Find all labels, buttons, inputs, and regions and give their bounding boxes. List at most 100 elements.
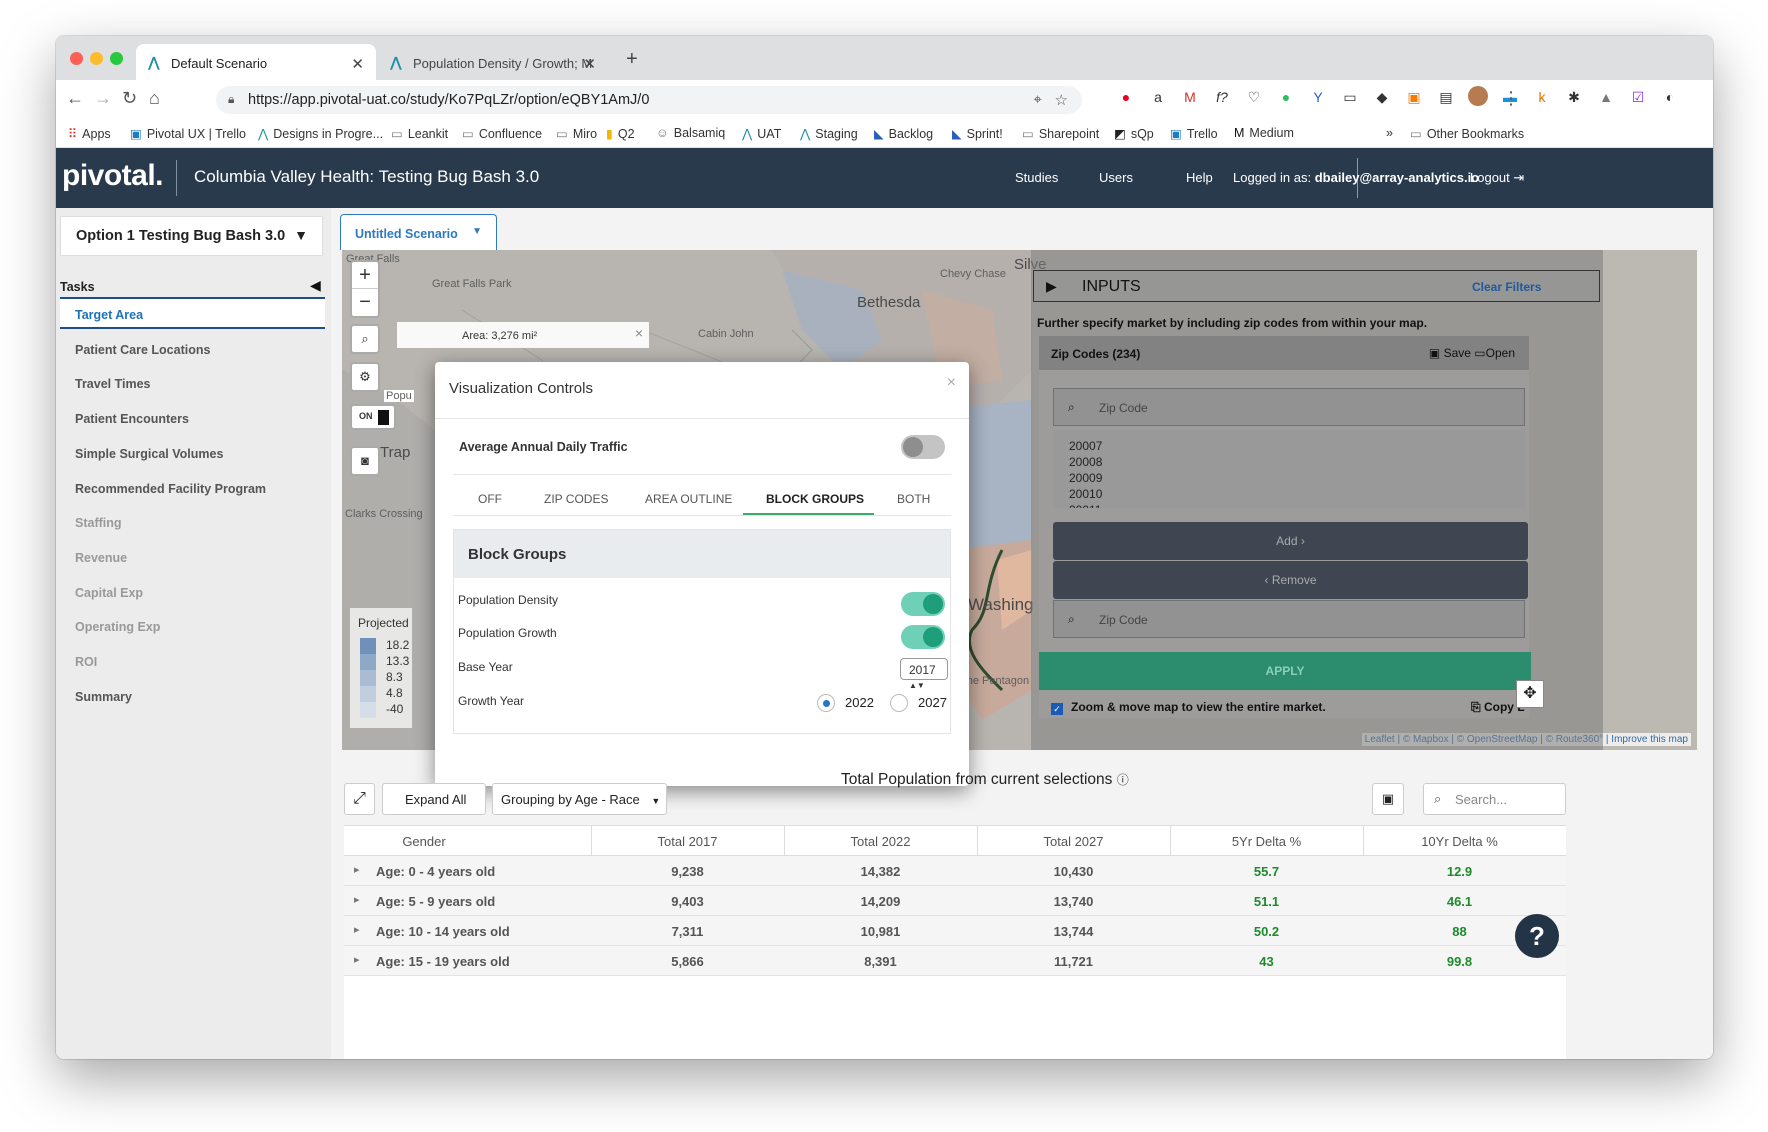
pocket-icon[interactable]: ♡ [1244,89,1264,106]
fullscreen-button[interactable]: ⤢ [344,783,375,815]
expand-all-button[interactable]: Expand All [382,783,486,815]
bookmark-uat[interactable]: ⋀ UAT [742,126,781,141]
clear-filters-link[interactable]: Clear Filters [1472,280,1541,294]
export-excel-button[interactable]: ▣ [1372,783,1404,815]
tab-off[interactable]: OFF [478,492,502,506]
extension-v-icon[interactable]: Y [1308,89,1328,106]
map-settings-button[interactable]: ⚙ [350,362,380,392]
zip-item[interactable]: 20008 [1069,454,1525,470]
grouping-select[interactable]: Grouping by Age - Race ▼ [492,783,667,815]
remove-button[interactable]: ‹ Remove [1053,561,1528,599]
aadt-toggle[interactable] [901,435,945,459]
table-row[interactable]: ▸ Age: 0 - 4 years old 9,238 14,382 10,430 55… [344,856,1566,886]
expand-triangle-icon[interactable]: ▶ [1046,278,1057,295]
close-tab-icon[interactable]: ✕ [583,55,596,73]
save-button[interactable]: Save [1444,346,1471,360]
zip-item[interactable]: 20009 [1069,470,1525,486]
sidebar-item[interactable]: ROI [75,655,97,669]
bookmark-miro[interactable]: ▭ Miro [556,126,597,141]
map-search-button[interactable]: ⌕ [350,324,380,354]
triangle-ext-icon[interactable]: ▲ [1596,89,1616,106]
new-tab-icon[interactable]: + [626,48,638,71]
bookmark-q2[interactable]: ▮ Q2 [606,126,635,141]
move-icon[interactable]: ✥ [1516,680,1544,708]
zip-item[interactable]: 20007 [1069,438,1525,454]
bookmark-confluence[interactable]: ▭ Confluence [462,126,542,141]
gmail-icon[interactable]: M [1180,89,1200,106]
sidebar-item[interactable]: Target Area [75,308,143,322]
location-icon[interactable]: ⌖ [1034,91,1042,108]
bookmarks-overflow[interactable]: » [1386,126,1393,140]
table-row[interactable]: ▸ Age: 10 - 14 years old 7,311 10,981 13,744… [344,916,1566,946]
bookmark-balsamiq[interactable]: ☺ Balsamiq [656,126,725,140]
sidebar-item[interactable]: Summary [75,690,132,704]
scenario-tab[interactable]: Untitled Scenario ▼ [340,214,497,250]
sidebar-item[interactable]: Travel Times [75,377,151,391]
bookmark-sqp[interactable]: ◩ sQp [1114,126,1154,141]
bookmark-backlog[interactable]: ◣ Backlog [874,126,933,141]
rss-icon[interactable]: ▣ [1404,89,1424,106]
screenshot-button[interactable]: ◙ [350,446,380,476]
radio-2022[interactable] [817,694,835,712]
table-row[interactable]: ▸ Age: 15 - 19 years old 5,866 8,391 11,721 4… [344,946,1566,976]
reader-icon[interactable]: ▤ [1436,89,1456,106]
browser-tab-inactive[interactable]: ⋀ Population Density / Growth; M ✕ [378,44,608,80]
forward-icon[interactable]: → [94,88,112,109]
tab-both[interactable]: BOTH [897,492,930,506]
expand-row-icon[interactable]: ▸ [354,923,360,936]
close-icon[interactable]: × [635,325,643,341]
logout-link[interactable]: Logout ⇥ [1470,170,1524,186]
base-year-select[interactable]: 2017 ▲▼ [900,658,948,690]
zip-search-input-2[interactable]: ⌕ Zip Code [1053,600,1525,638]
table-search-input[interactable]: ⌕ Search... [1423,783,1566,815]
browser-tab-active[interactable]: ⋀ Default Scenario ✕ [136,44,376,80]
menu-dots-icon[interactable]: ⋮ [1502,88,1520,109]
k-icon[interactable]: k [1532,89,1552,106]
profile-avatar[interactable] [1468,86,1488,106]
column-header[interactable]: 10Yr Delta % [1363,834,1556,849]
collapse-tasks-icon[interactable]: ◀ [310,277,321,294]
reload-icon[interactable]: ↻ [122,88,137,109]
zip-item[interactable]: 20011 [1069,502,1525,508]
tab-area-outline[interactable]: AREA OUTLINE [645,492,732,506]
close-icon[interactable]: × [947,374,956,392]
bookmark-pivotal-trello[interactable]: ▣ Pivotal UX | Trello [130,126,246,141]
zoom-out-button[interactable]: − [352,288,378,315]
pin-icon[interactable]: ✱ [1564,89,1584,106]
option-selector[interactable]: Option 1 Testing Bug Bash 3.0 ▼ [60,216,323,256]
zoom-checkbox[interactable]: ✓ Zoom & move map to view the entire mark… [1051,700,1326,715]
bookmark-apps[interactable]: ⠿ Apps [68,126,111,141]
bookmark-designs[interactable]: ⋀ Designs in Progre... [258,126,383,141]
bookmark-star-icon[interactable]: ☆ [1055,91,1068,109]
add-button[interactable]: Add › [1053,522,1528,560]
home-icon[interactable]: ⌂ [149,88,160,109]
nav-users[interactable]: Users [1099,170,1133,185]
check-ext-icon[interactable]: ☑ [1628,89,1648,106]
tab-block-groups[interactable]: BLOCK GROUPS [766,492,864,506]
sidebar-item[interactable]: Staffing [75,516,122,530]
sidebar-item[interactable]: Patient Encounters [75,412,189,426]
bookmark-other[interactable]: ▭ Other Bookmarks [1410,126,1524,141]
inputs-header[interactable]: ▶ INPUTS Clear Filters [1033,270,1600,302]
zip-item[interactable]: 20010 [1069,486,1525,502]
sidebar-item[interactable]: Capital Exp [75,586,143,600]
address-bar[interactable]: 🔒︎ https://app.pivotal-uat.co/study/Ko7P… [216,86,1082,114]
bookmark-trello[interactable]: ▣ Trello [1170,126,1218,141]
sidebar-item[interactable]: Operating Exp [75,620,160,634]
nav-studies[interactable]: Studies [1015,170,1058,185]
expand-row-icon[interactable]: ▸ [354,893,360,906]
info-icon[interactable]: ⓘ [1117,773,1129,787]
tag-icon[interactable]: ◆ [1372,89,1392,106]
sidebar-item[interactable]: Revenue [75,551,127,565]
expand-row-icon[interactable]: ▸ [354,863,360,876]
bookmark-sprint[interactable]: ◣ Sprint! [952,126,1003,141]
evernote-icon[interactable]: ● [1276,89,1296,106]
column-header[interactable]: Total 2027 [977,834,1170,849]
column-header[interactable]: Total 2017 [591,834,784,849]
radio-2027[interactable] [890,694,908,712]
nav-help[interactable]: Help [1186,170,1213,185]
bookmark-staging[interactable]: ⋀ Staging [800,126,858,141]
cast-icon[interactable]: ▭ [1340,89,1360,106]
back-icon[interactable]: ← [66,88,84,109]
maximize-window-icon[interactable] [110,52,123,65]
